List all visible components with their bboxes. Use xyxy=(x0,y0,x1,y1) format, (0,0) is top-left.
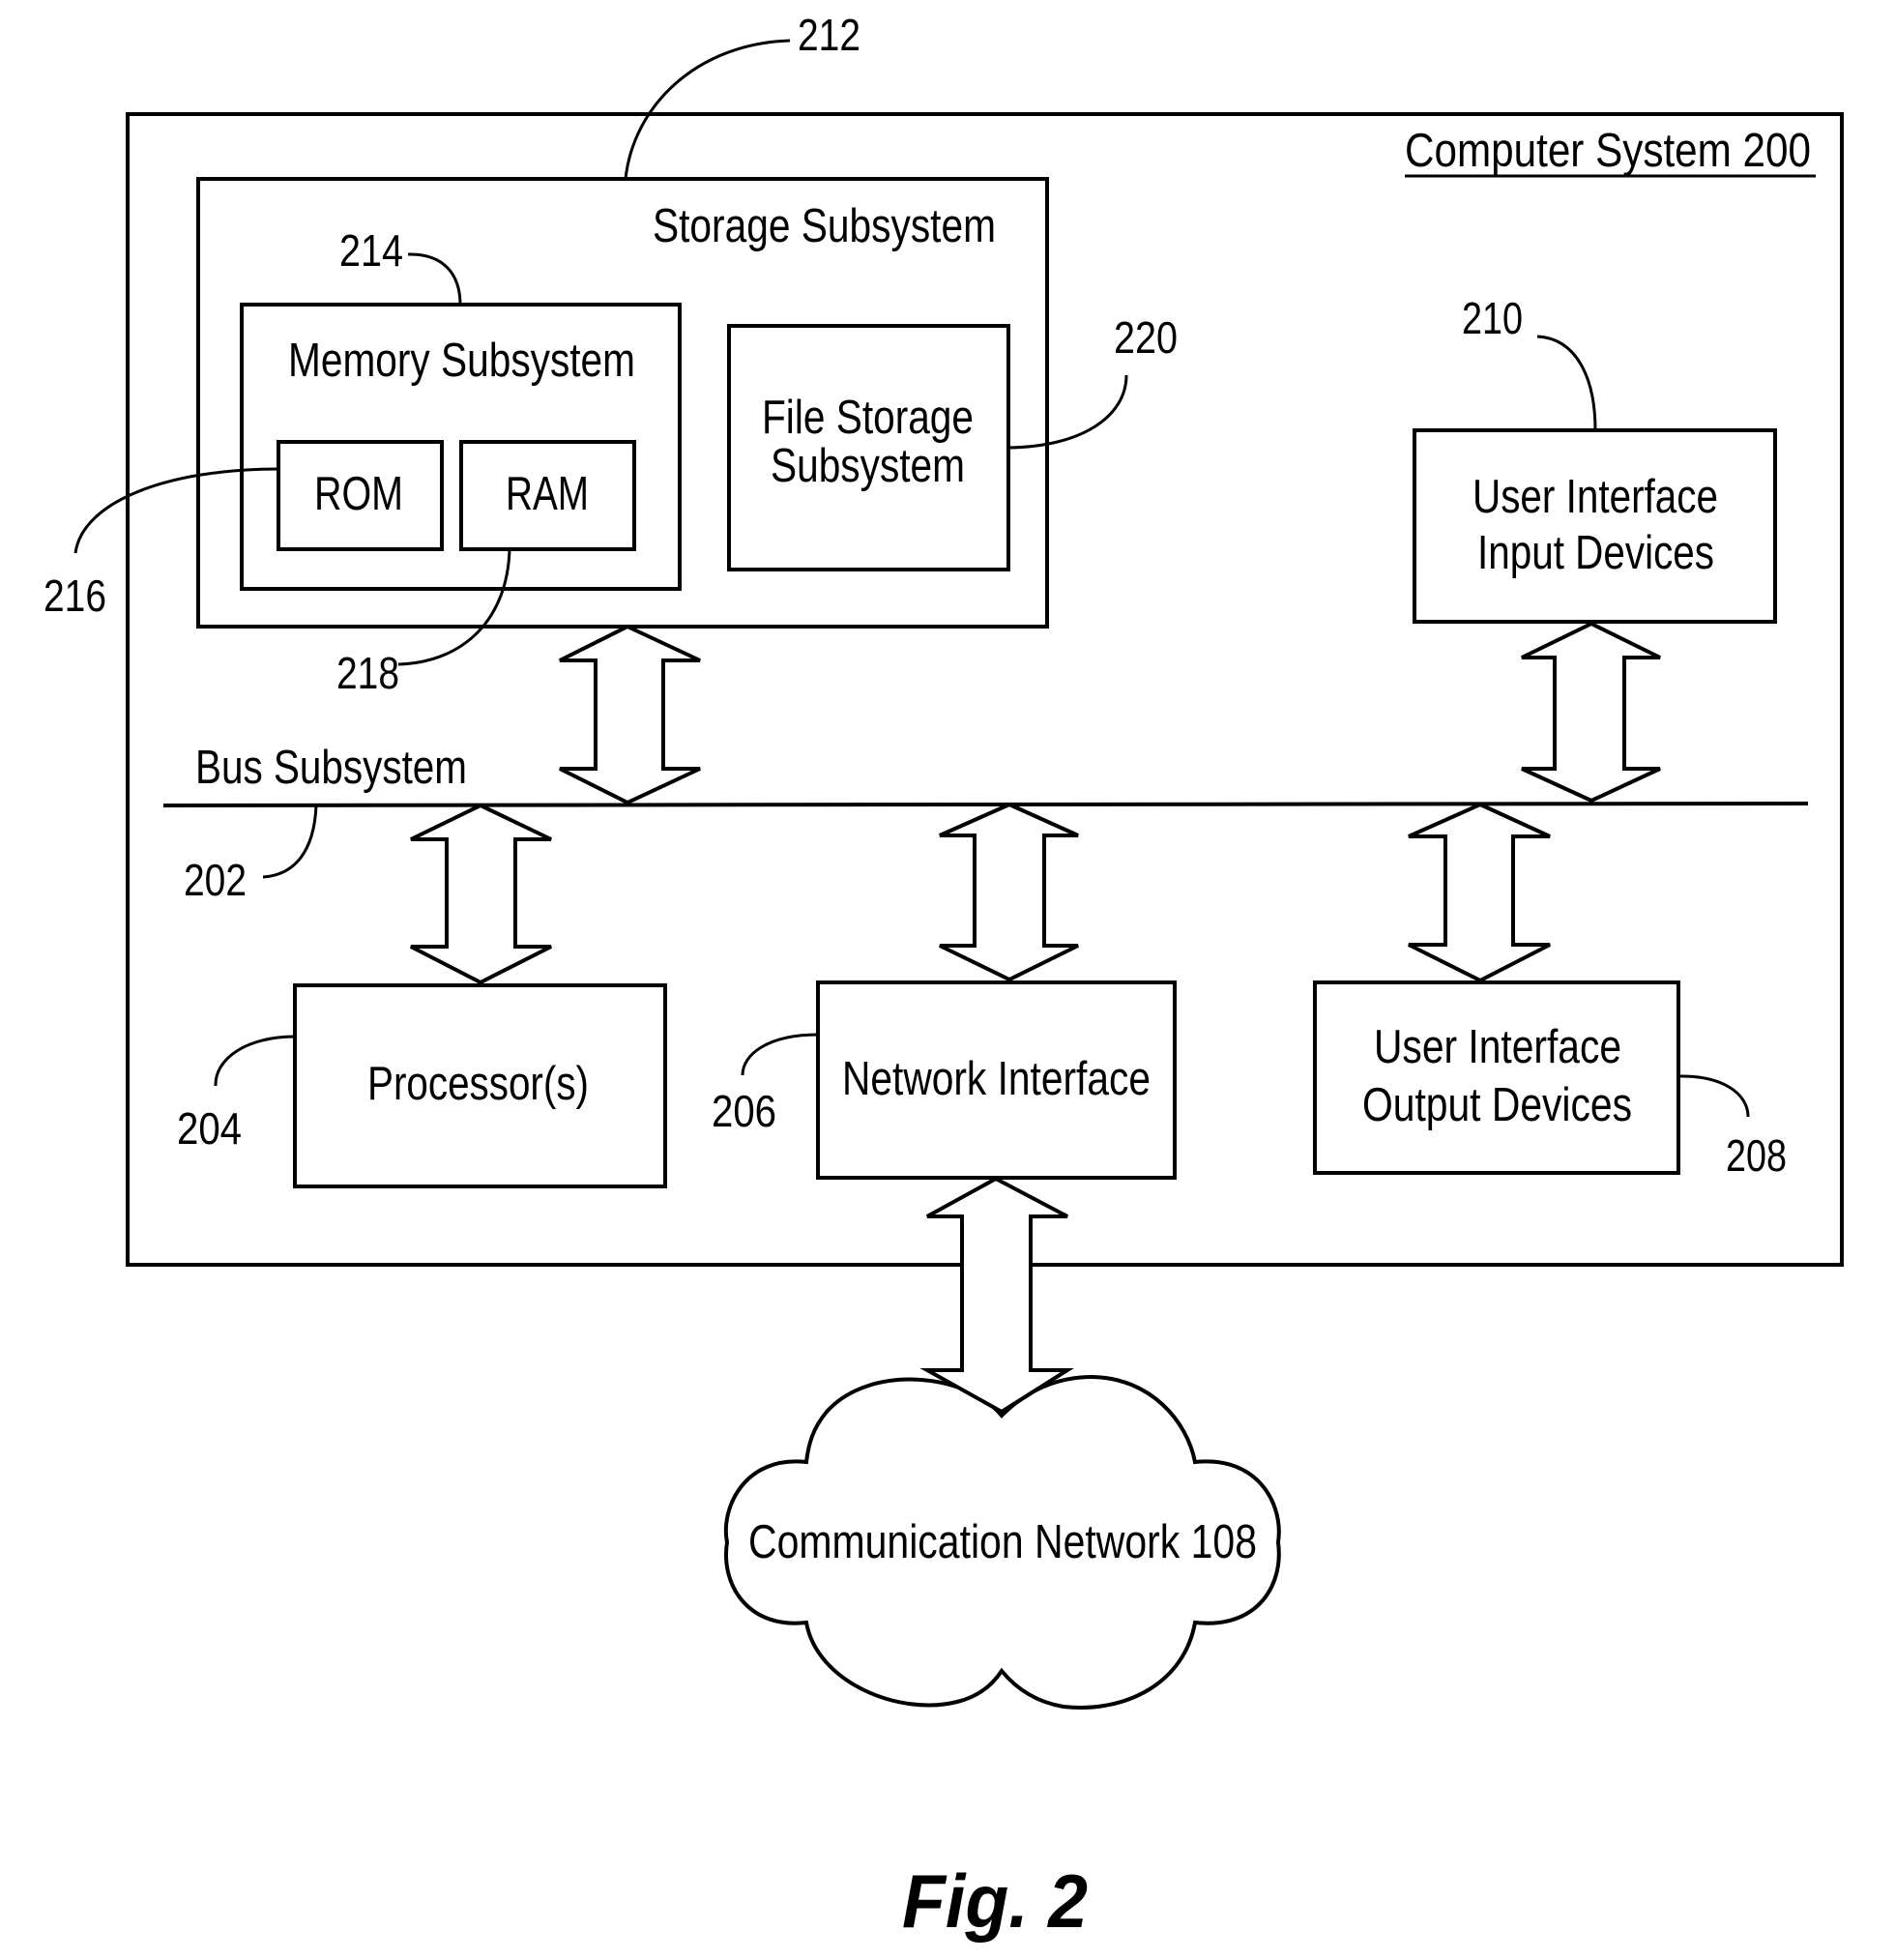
computer-system-title: Computer System 200 xyxy=(1405,125,1811,177)
file-storage-label-line1: File Storage xyxy=(762,392,974,444)
file-storage-ref-number: 220 xyxy=(1114,312,1178,363)
memory-ref-number: 214 xyxy=(339,225,403,276)
network-interface-network-double-arrow xyxy=(919,1176,1074,1415)
ui-output-ref-number: 208 xyxy=(1726,1130,1787,1181)
bus-line xyxy=(162,802,1809,807)
ram-ref-number: 218 xyxy=(336,648,399,698)
ui-input-ref-number: 210 xyxy=(1462,293,1523,343)
ui-input-label-line2: Input Devices xyxy=(1477,527,1714,579)
ui-output-devices-box xyxy=(1313,980,1680,1175)
rom-label: ROM xyxy=(314,468,403,520)
ui-input-label-line1: User Interface xyxy=(1472,471,1718,523)
storage-subsystem-label: Storage Subsystem xyxy=(653,200,996,252)
network-interface-ref-number: 206 xyxy=(712,1086,776,1136)
ui-output-label-line1: User Interface xyxy=(1374,1021,1621,1073)
memory-subsystem-label: Memory Subsystem xyxy=(288,335,635,387)
ram-label: RAM xyxy=(506,468,589,520)
network-interface-label: Network Interface xyxy=(842,1053,1151,1105)
communication-network-label: Communication Network 108 xyxy=(748,1516,1257,1568)
ui-output-label-line2: Output Devices xyxy=(1362,1079,1632,1131)
file-storage-label-line2: Subsystem xyxy=(771,440,965,492)
ui-input-devices-box xyxy=(1413,428,1777,624)
bus-ref-number: 202 xyxy=(184,855,247,905)
block-diagram: Computer System 200 Storage Subsystem 21… xyxy=(44,10,1844,1944)
figure-caption: Fig. 2 xyxy=(902,1858,1088,1944)
rom-ref-number: 216 xyxy=(44,570,106,621)
storage-ref-number: 212 xyxy=(798,10,860,60)
bus-subsystem-label: Bus Subsystem xyxy=(195,742,467,794)
processor-label: Processor(s) xyxy=(367,1058,589,1110)
processor-ref-number: 204 xyxy=(177,1103,242,1154)
